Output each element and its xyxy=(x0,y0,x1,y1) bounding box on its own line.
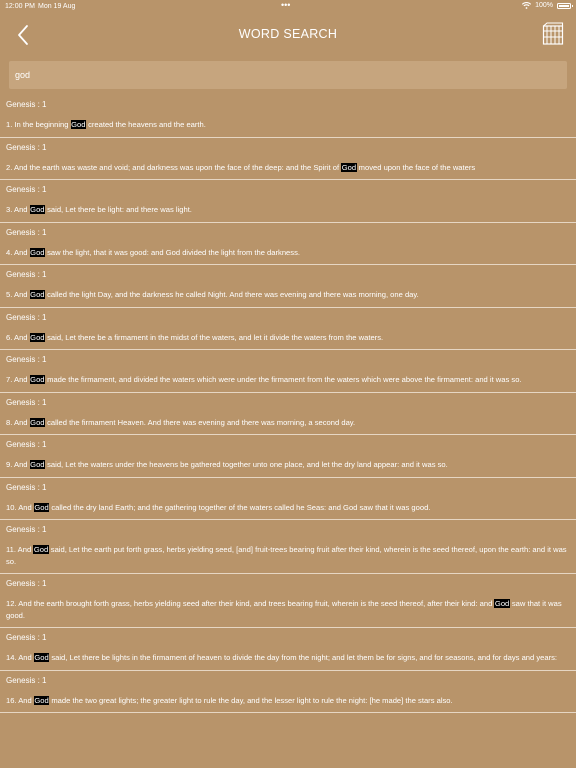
battery-icon xyxy=(557,2,573,9)
verse-text-before: 16. And xyxy=(6,695,34,705)
verse-reference: Genesis : 1 xyxy=(6,633,47,642)
verse-text-after: said, Let there be a firmament in the mi… xyxy=(45,332,384,342)
verse-text: 11. And God said, Let the earth put fort… xyxy=(6,544,570,567)
verse-reference: Genesis : 1 xyxy=(6,270,47,279)
results-list: Genesis : 1 1. In the beginning God creat… xyxy=(0,95,576,713)
verse-text: 3. And God said, Let there be light: and… xyxy=(6,204,570,216)
verse-reference: Genesis : 1 xyxy=(6,579,47,588)
result-item[interactable]: Genesis : 1 1. In the beginning God creat… xyxy=(0,95,576,138)
verse-text: 7. And God made the firmament, and divid… xyxy=(6,374,570,386)
search-match-highlight: God xyxy=(494,599,510,608)
verse-text-before: 9. And xyxy=(6,460,30,469)
verse-reference: Genesis : 1 xyxy=(6,312,47,322)
verse-text-before: 8. And xyxy=(6,417,30,427)
verse-text-after: saw the light, that it was good: and God… xyxy=(45,247,300,257)
verse-text-after: said, Let the earth put forth grass, her… xyxy=(6,545,567,566)
verse-text-after: said, Let the waters under the heavens b… xyxy=(45,460,448,469)
search-match-highlight: God xyxy=(29,460,46,469)
multitasking-dots[interactable]: ••• xyxy=(281,0,290,10)
verse-reference: Genesis : 1 xyxy=(6,440,47,449)
search-input[interactable]: god xyxy=(15,70,30,80)
result-item[interactable]: Genesis : 1 5. And God called the light D… xyxy=(0,265,576,308)
verse-text-before: 4. And xyxy=(6,247,30,257)
verse-text-before: 3. And xyxy=(6,205,30,214)
verse-text: 9. And God said, Let the waters under th… xyxy=(6,459,570,471)
verse-text-after: called the dry land Earth; and the gathe… xyxy=(49,502,431,512)
page-title: WORD SEARCH xyxy=(238,27,338,41)
verse-text: 14. And God said, Let there be lights in… xyxy=(6,652,570,664)
verse-text: 2. And the earth was waste and void; and… xyxy=(6,162,570,174)
verse-text: 8. And God called the firmament Heaven. … xyxy=(6,417,570,429)
verse-text-after: said, Let there be light: and there was … xyxy=(45,205,192,214)
verse-reference: Genesis : 1 xyxy=(6,482,47,492)
verse-text-after: called the firmament Heaven. And there w… xyxy=(45,417,356,427)
verse-text-after: called the light Day, and the darkness h… xyxy=(45,290,419,299)
result-item[interactable]: Genesis : 1 10. And God called the dry la… xyxy=(0,478,576,520)
result-item[interactable]: Genesis : 1 3. And God said, Let there be… xyxy=(0,180,576,223)
status-right: 100% xyxy=(522,2,573,9)
verse-text-before: 5. And xyxy=(6,290,30,299)
verse-text-before: 1. In the beginning xyxy=(6,120,71,129)
verse-text-after: created the heavens and the earth. xyxy=(85,120,206,129)
result-item[interactable]: Genesis : 1 4. And God saw the light, tha… xyxy=(0,223,576,265)
result-item[interactable]: Genesis : 1 6. And God said, Let there be… xyxy=(0,308,576,350)
search-match-highlight: God xyxy=(33,695,50,705)
verse-text-before: 14. And xyxy=(6,653,34,662)
verse-text-before: 11. And xyxy=(6,545,34,554)
search-match-highlight: God xyxy=(70,120,86,129)
verse-reference: Genesis : 1 xyxy=(6,100,47,109)
verse-reference: Genesis : 1 xyxy=(6,397,47,407)
result-item[interactable]: Genesis : 1 9. And God said, Let the wate… xyxy=(0,435,576,478)
wifi-icon xyxy=(522,2,532,9)
search-match-highlight: God xyxy=(341,162,357,172)
search-match-highlight: God xyxy=(33,502,50,512)
verse-reference: Genesis : 1 xyxy=(6,355,47,364)
verse-text: 12. And the earth brought forth grass, h… xyxy=(6,598,570,621)
status-time: 12:00 PM xyxy=(5,3,35,10)
search-match-highlight: God xyxy=(29,290,46,299)
verse-text: 5. And God called the light Day, and the… xyxy=(6,289,570,301)
nav-bar: WORD SEARCH xyxy=(0,14,576,56)
verse-reference: Genesis : 1 xyxy=(6,185,47,194)
verse-text-before: 2. And the earth was waste and void; and… xyxy=(6,162,342,172)
verse-text-before: 6. And xyxy=(6,332,30,342)
verse-reference: Genesis : 1 xyxy=(6,227,47,237)
verse-text-after: made the firmament, and divided the wate… xyxy=(45,375,522,384)
verse-reference: Genesis : 1 xyxy=(6,142,47,152)
search-match-highlight: God xyxy=(29,205,46,214)
verse-text-after: moved upon the face of the waters xyxy=(356,162,476,172)
result-item[interactable]: Genesis : 1 8. And God called the firmame… xyxy=(0,393,576,435)
search-match-highlight: God xyxy=(29,375,46,384)
result-item[interactable]: Genesis : 1 2. And the earth was waste an… xyxy=(0,138,576,180)
status-bar: 12:00 PM Mon 19 Aug ••• 100% xyxy=(0,0,576,14)
result-item[interactable]: Genesis : 1 12. And the earth brought for… xyxy=(0,574,576,628)
bible-icon[interactable] xyxy=(542,22,564,46)
status-date: Mon 19 Aug xyxy=(38,3,76,10)
search-field[interactable]: god xyxy=(9,61,567,89)
verse-text: 4. And God saw the light, that it was go… xyxy=(6,247,570,259)
result-item[interactable]: Genesis : 1 11. And God said, Let the ear… xyxy=(0,520,576,574)
battery-percent: 100% xyxy=(535,2,553,9)
result-item[interactable]: Genesis : 1 16. And God made the two grea… xyxy=(0,671,576,713)
verse-text: 6. And God said, Let there be a firmamen… xyxy=(6,332,570,344)
verse-text-before: 10. And xyxy=(6,502,34,512)
search-match-highlight: God xyxy=(29,417,46,427)
search-match-highlight: God xyxy=(33,653,50,662)
search-match-highlight: God xyxy=(29,247,46,257)
verse-text: 16. And God made the two great lights; t… xyxy=(6,695,570,707)
search-match-highlight: God xyxy=(29,332,46,342)
verse-text: 1. In the beginning God created the heav… xyxy=(6,119,570,131)
verse-text: 10. And God called the dry land Earth; a… xyxy=(6,502,570,514)
result-item[interactable]: Genesis : 1 14. And God said, Let there b… xyxy=(0,628,576,671)
verse-text-before: 7. And xyxy=(6,375,30,384)
search-match-highlight: God xyxy=(33,545,49,554)
verse-text-after: said, Let there be lights in the firmame… xyxy=(49,653,558,662)
verse-text-before: 12. And the earth brought forth grass, h… xyxy=(6,599,495,608)
result-item[interactable]: Genesis : 1 7. And God made the firmament… xyxy=(0,350,576,393)
verse-reference: Genesis : 1 xyxy=(6,675,47,685)
verse-text-after: made the two great lights; the greater l… xyxy=(49,695,453,705)
verse-reference: Genesis : 1 xyxy=(6,525,47,534)
